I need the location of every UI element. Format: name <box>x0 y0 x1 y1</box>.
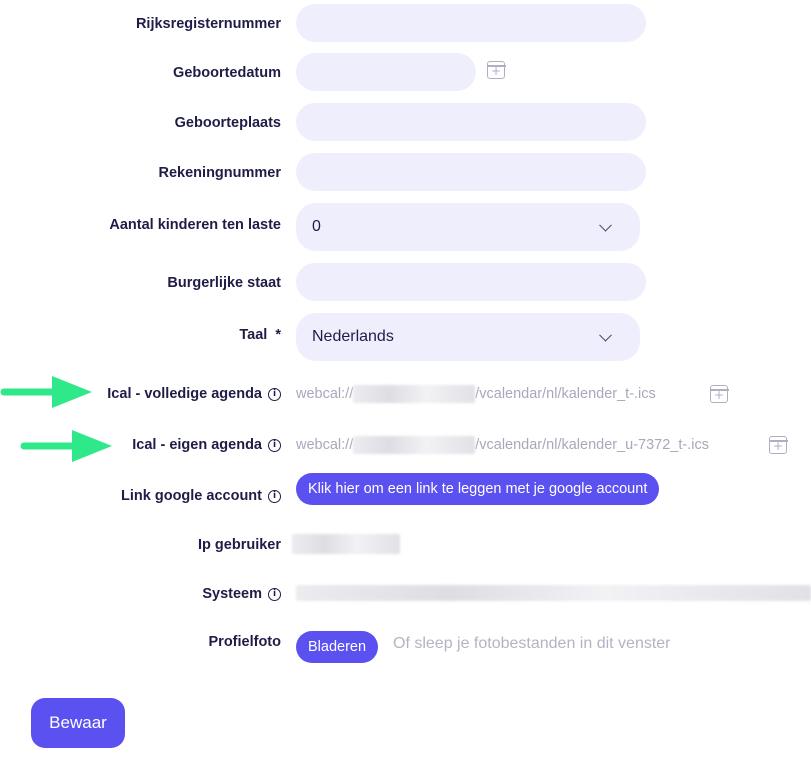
label-ical-volledige-agenda: Ical - volledige agenda i <box>107 386 281 402</box>
rijksregisternummer-input[interactable] <box>296 4 646 42</box>
redacted-ip <box>292 534 400 554</box>
row-taal: Taal * Nederlands <box>0 313 811 361</box>
label-systeem: Systeem i <box>202 586 281 602</box>
label-rijksregisternummer: Rijksregisternummer <box>135 16 281 32</box>
link-google-account-button[interactable]: Klik hier om een link te leggen met je g… <box>296 473 660 505</box>
save-button[interactable]: Bewaar <box>31 698 125 748</box>
row-aantal-kinderen: Aantal kinderen ten laste 0 <box>0 203 811 251</box>
label-rekeningnummer: Rekeningnummer <box>158 165 281 181</box>
calendar-plus-icon[interactable] <box>709 385 729 403</box>
redacted-system-info <box>296 585 811 601</box>
label-burgerlijke-staat: Burgerlijke staat <box>167 275 281 291</box>
annotation-arrow-1 <box>0 376 92 408</box>
label-ical-volledige-agenda-text: Ical - volledige agenda <box>107 386 262 402</box>
browse-button[interactable]: Bladeren <box>296 631 379 663</box>
label-ical-eigen-agenda-text: Ical - eigen agenda <box>132 437 262 453</box>
label-geboorteplaats: Geboorteplaats <box>174 115 281 131</box>
row-rijksregisternummer: Rijksregisternummer <box>0 4 811 44</box>
dropzone-hint: Of sleep je fotobestanden in dit venster <box>393 635 671 652</box>
taal-value: Nederlands <box>312 328 394 345</box>
webcal-prefix: webcal:// <box>296 386 354 402</box>
row-ip-gebruiker: Ip gebruiker <box>0 525 811 565</box>
aantal-kinderen-value: 0 <box>312 218 321 235</box>
label-aantal-kinderen: Aantal kinderen ten laste <box>109 217 281 233</box>
calendar-plus-icon[interactable] <box>486 61 506 79</box>
info-icon[interactable]: i <box>268 387 281 401</box>
webcal-suffix: /vcalendar/nl/kalender_u-7372_t-.ics <box>475 437 709 453</box>
annotation-arrow-2 <box>20 430 112 462</box>
label-ip-gebruiker: Ip gebruiker <box>198 537 281 553</box>
aantal-kinderen-select[interactable]: 0 <box>296 203 640 251</box>
info-icon[interactable]: i <box>268 489 281 503</box>
row-geboorteplaats: Geboorteplaats <box>0 103 811 143</box>
webcal-suffix: /vcalendar/nl/kalender_t-.ics <box>475 386 656 402</box>
row-ical-volledige-agenda: Ical - volledige agenda i webcal:// /vca… <box>0 374 811 414</box>
row-geboortedatum: Geboortedatum <box>0 53 811 93</box>
label-link-google-account: Link google account i <box>121 488 281 504</box>
burgerlijke-staat-input[interactable] <box>296 263 646 301</box>
geboorteplaats-input[interactable] <box>296 103 646 141</box>
info-icon[interactable]: i <box>268 438 281 452</box>
redacted-host <box>353 385 476 403</box>
label-geboortedatum: Geboortedatum <box>173 65 281 81</box>
ical-eigen-agenda-url: webcal:// /vcalendar/nl/kalender_u-7372_… <box>296 436 709 454</box>
calendar-plus-icon[interactable] <box>768 436 788 454</box>
geboortedatum-input[interactable] <box>296 53 476 91</box>
required-marker: * <box>275 327 281 343</box>
webcal-prefix: webcal:// <box>296 437 354 453</box>
label-link-google-account-text: Link google account <box>121 488 262 504</box>
redacted-host <box>353 436 476 454</box>
label-profielfoto: Profielfoto <box>208 634 282 650</box>
info-icon[interactable]: i <box>268 587 281 601</box>
row-profielfoto: Profielfoto Bladeren Of sleep je fotobes… <box>0 624 811 664</box>
row-systeem: Systeem i <box>0 574 811 614</box>
chevron-down-icon <box>599 328 612 342</box>
label-taal: Taal * <box>239 327 281 343</box>
label-taal-text: Taal <box>239 327 268 343</box>
label-ical-eigen-agenda: Ical - eigen agenda i <box>132 437 281 453</box>
label-systeem-text: Systeem <box>202 586 262 602</box>
ical-volledige-agenda-url: webcal:// /vcalendar/nl/kalender_t-.ics <box>296 385 656 403</box>
row-link-google-account: Link google account i Klik hier om een l… <box>0 473 811 516</box>
row-burgerlijke-staat: Burgerlijke staat <box>0 263 811 303</box>
row-ical-eigen-agenda: Ical - eigen agenda i webcal:// /vcalend… <box>0 425 811 465</box>
rekeningnummer-input[interactable] <box>296 153 646 191</box>
taal-select[interactable]: Nederlands <box>296 313 640 361</box>
row-rekeningnummer: Rekeningnummer <box>0 153 811 193</box>
chevron-down-icon <box>599 218 612 232</box>
